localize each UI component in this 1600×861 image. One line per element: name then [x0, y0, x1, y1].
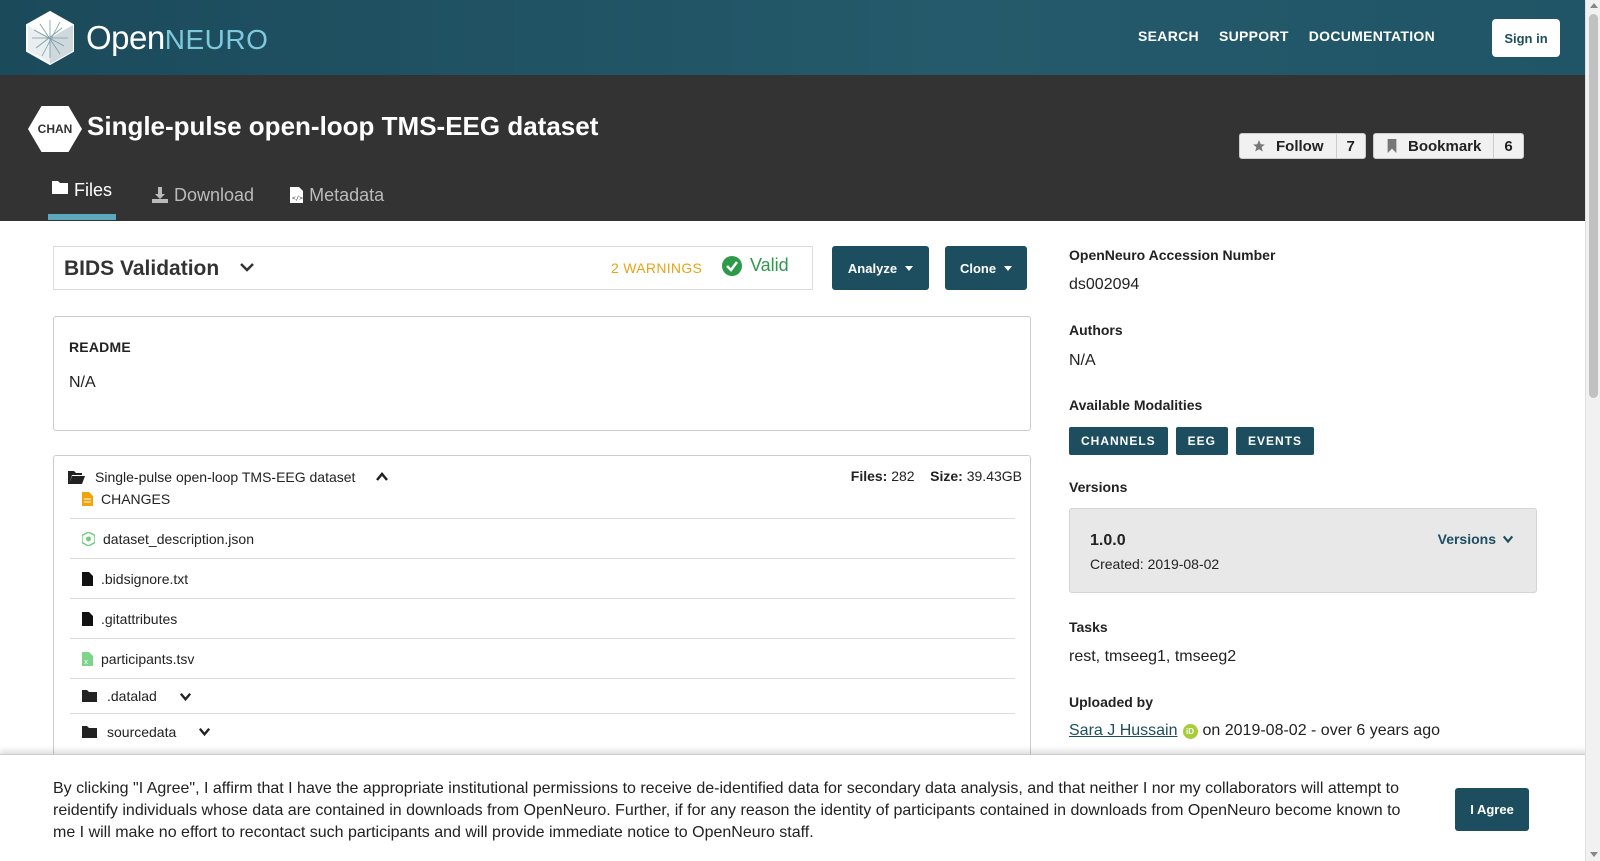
bookmark-count: 6 [1504, 137, 1513, 155]
folder-row-sourcedata[interactable]: sourcedata [70, 714, 1015, 749]
nav-links: SEARCH SUPPORT DOCUMENTATION [1138, 28, 1435, 44]
caret-down-icon [905, 265, 914, 271]
bookmark-icon [1387, 139, 1397, 153]
file-row-gitattributes[interactable]: .gitattributes [70, 599, 1015, 639]
readme-heading: README [69, 339, 131, 355]
chevron-down-icon[interactable] [239, 259, 255, 275]
dataset-title: Single-pulse open-loop TMS-EEG dataset [87, 111, 599, 141]
modality-tag-eeg[interactable]: EEG [1175, 427, 1229, 455]
tasks-value: rest, tmseeg1, tmseeg2 [1069, 648, 1237, 665]
star-icon [1253, 140, 1265, 152]
nav-documentation-link[interactable]: DOCUMENTATION [1309, 28, 1435, 44]
file-row-changes[interactable]: CHANGES [70, 479, 1015, 519]
file-row-participants[interactable]: x participants.tsv [70, 639, 1015, 679]
clone-button[interactable]: Clone [945, 246, 1027, 290]
follow-button[interactable]: Follow 7 [1239, 133, 1366, 159]
svg-text:</>: </> [292, 195, 303, 202]
modalities-label: Available Modalities [1069, 397, 1203, 413]
openneuro-logo-icon[interactable] [24, 10, 76, 66]
orcid-icon[interactable]: iD [1182, 723, 1198, 739]
top-navbar: OpenNEURO SEARCH SUPPORT DOCUMENTATION S… [0, 0, 1585, 75]
scrollbar-thumb[interactable] [1589, 14, 1598, 398]
modality-tag-events[interactable]: EVENTS [1236, 427, 1315, 455]
bookmark-label: Bookmark [1408, 137, 1482, 155]
modality-badge: CHAN [28, 106, 82, 152]
folder-row-datalad[interactable]: .datalad [70, 679, 1015, 714]
validation-status: Valid [722, 255, 789, 276]
version-card: 1.0.0 Created: 2019-08-02 Versions [1069, 508, 1537, 593]
readme-panel: README N/A [53, 316, 1031, 431]
follow-label: Follow [1276, 137, 1324, 155]
modalities-list: CHANNELS EEG EVENTS [1069, 427, 1315, 455]
uploaded-by: Sara J Hussain iD on 2019-08-02 - over 6… [1069, 722, 1440, 740]
versions-dropdown[interactable]: Versions [1438, 531, 1514, 547]
authors-label: Authors [1069, 322, 1123, 338]
json-file-icon [82, 531, 95, 546]
file-icon [82, 611, 93, 626]
follow-count: 7 [1346, 137, 1355, 155]
version-created: Created: 2019-08-02 [1090, 556, 1220, 572]
i-agree-button[interactable]: I Agree [1455, 788, 1529, 831]
bids-validation-panel[interactable]: BIDS Validation 2 WARNINGS Valid [53, 246, 813, 290]
file-icon [82, 571, 93, 586]
scroll-down-icon[interactable] [1590, 852, 1598, 857]
consent-banner: By clicking "I Agree", I affirm that I h… [0, 754, 1588, 861]
accession-number: ds002094 [1069, 276, 1140, 293]
download-icon [152, 187, 169, 203]
consent-text: By clicking "I Agree", I affirm that I h… [53, 780, 1401, 841]
check-circle-icon [722, 255, 742, 276]
tab-metadata[interactable]: </> Metadata [290, 180, 384, 210]
chevron-down-icon [1502, 535, 1514, 544]
version-number: 1.0.0 [1090, 532, 1126, 549]
folder-icon [82, 725, 97, 738]
readme-content: N/A [69, 374, 96, 391]
caret-down-icon [1004, 265, 1013, 271]
scroll-up-icon[interactable] [1590, 3, 1598, 8]
chevron-down-icon[interactable] [198, 725, 211, 738]
file-text-icon [82, 491, 93, 506]
uploaded-by-label: Uploaded by [1069, 694, 1154, 710]
nav-support-link[interactable]: SUPPORT [1219, 28, 1289, 44]
file-tree: Single-pulse open-loop TMS-EEG dataset F… [53, 455, 1031, 775]
spreadsheet-file-icon: x [82, 651, 93, 666]
warnings-count[interactable]: 2 WARNINGS [611, 260, 702, 276]
chevron-down-icon[interactable] [179, 690, 192, 703]
upload-date: on 2019-08-02 - over 6 years ago [1202, 722, 1440, 739]
page-scrollbar[interactable] [1585, 0, 1600, 861]
accession-label: OpenNeuro Accession Number [1069, 247, 1276, 263]
tab-download[interactable]: Download [152, 180, 254, 210]
file-row-bidsignore[interactable]: .bidsignore.txt [70, 559, 1015, 599]
tasks-label: Tasks [1069, 619, 1108, 635]
versions-label: Versions [1069, 479, 1128, 495]
folder-icon [52, 181, 68, 194]
authors-value: N/A [1069, 352, 1096, 369]
dataset-tabs: Files Download </> Metadata [48, 180, 384, 220]
bookmark-button[interactable]: Bookmark 6 [1373, 133, 1524, 159]
svg-text:x: x [84, 658, 88, 666]
validation-title: BIDS Validation [64, 257, 220, 280]
file-row-dataset-description[interactable]: dataset_description.json [70, 519, 1015, 559]
folder-icon [82, 690, 97, 702]
dataset-header: CHAN Single-pulse open-loop TMS-EEG data… [0, 75, 1585, 221]
nav-search-link[interactable]: SEARCH [1138, 28, 1199, 44]
analyze-button[interactable]: Analyze [832, 246, 929, 290]
code-file-icon: </> [290, 187, 304, 203]
sign-in-button[interactable]: Sign in [1492, 19, 1560, 57]
brand-name[interactable]: OpenNEURO [86, 19, 268, 57]
uploader-link[interactable]: Sara J Hussain [1069, 722, 1178, 740]
tab-files[interactable]: Files [48, 180, 117, 220]
modality-tag-channels[interactable]: CHANNELS [1069, 427, 1168, 455]
